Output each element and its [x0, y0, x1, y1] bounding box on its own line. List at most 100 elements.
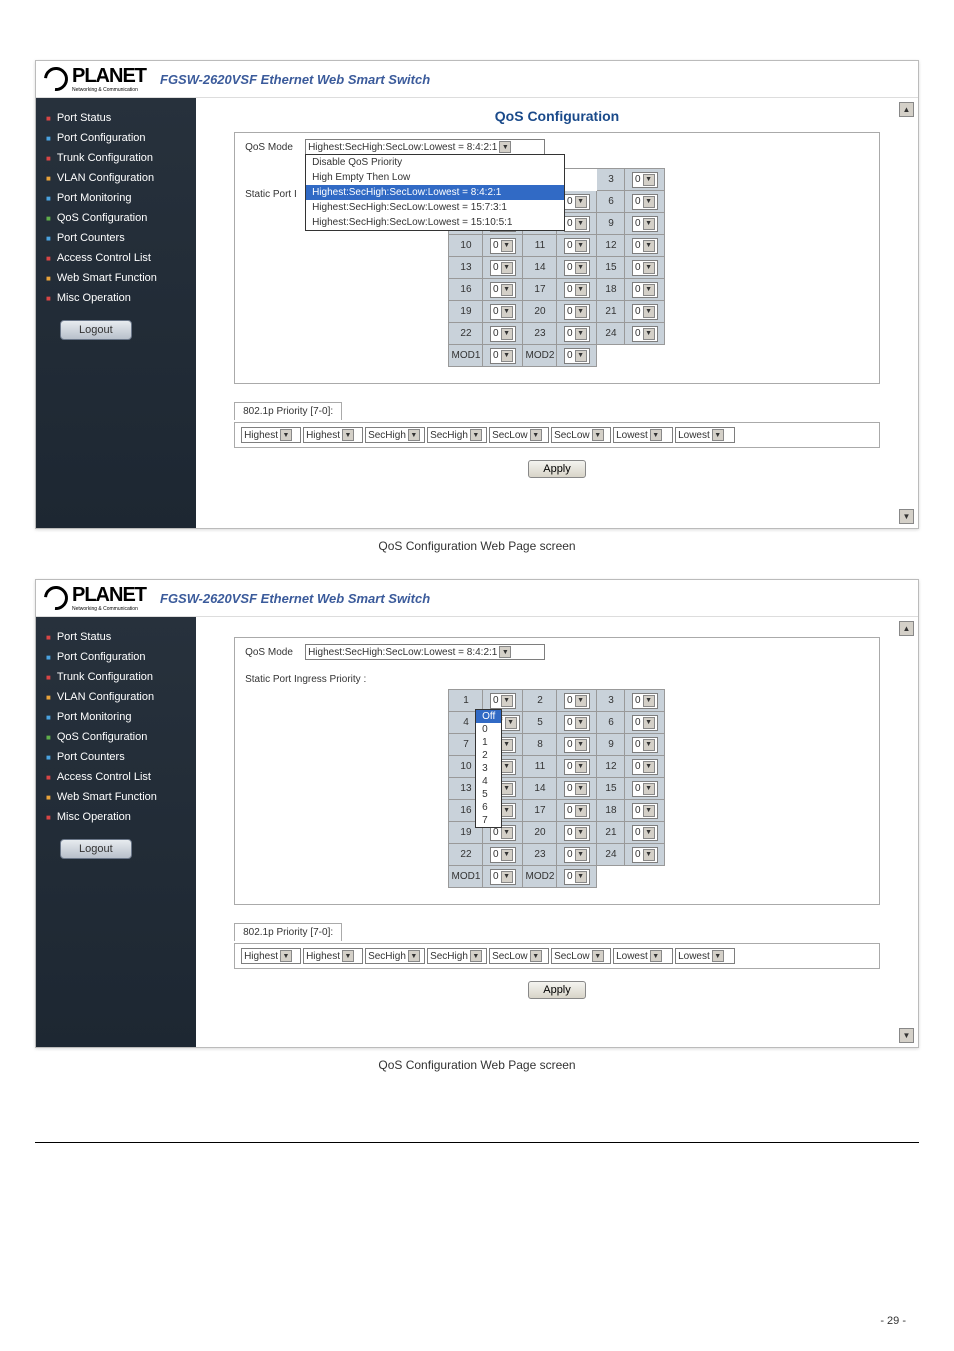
ingress-option[interactable]: 2 — [476, 749, 501, 762]
priority-select[interactable]: 0▼ — [490, 869, 516, 885]
priority-select[interactable]: 0▼ — [490, 238, 516, 254]
sidebar-item[interactable]: Port Status — [44, 108, 188, 128]
priority-select[interactable]: 0▼ — [632, 216, 658, 232]
value-cell[interactable]: 0▼ — [483, 323, 523, 345]
priority-select[interactable]: 0▼ — [632, 260, 658, 276]
apply-button[interactable]: Apply — [528, 981, 586, 999]
value-cell[interactable]: 0▼ — [625, 756, 665, 778]
priority-select[interactable]: SecLow▼ — [489, 427, 549, 443]
value-cell[interactable]: 0▼ — [625, 822, 665, 844]
priority-select[interactable]: 0▼ — [564, 715, 590, 731]
apply-button[interactable]: Apply — [528, 460, 586, 478]
value-cell[interactable]: 0▼ — [557, 778, 597, 800]
priority-select[interactable]: Lowest▼ — [613, 427, 673, 443]
priority-select[interactable]: Highest▼ — [241, 948, 301, 964]
scroll-up-icon[interactable]: ▲ — [899, 102, 914, 117]
sidebar-item[interactable]: Port Monitoring — [44, 707, 188, 727]
value-cell[interactable]: 0▼ — [557, 866, 597, 888]
ingress-option[interactable]: 7 — [476, 814, 501, 827]
priority-select[interactable]: 0▼ — [490, 326, 516, 342]
priority-select[interactable]: 0▼ — [564, 260, 590, 276]
value-cell[interactable]: 0▼ — [625, 800, 665, 822]
scroll-down-icon[interactable]: ▼ — [899, 1028, 914, 1043]
value-cell[interactable]: 0▼ — [483, 235, 523, 257]
priority-select[interactable]: 0▼ — [490, 693, 516, 709]
priority-select[interactable]: 0▼ — [632, 803, 658, 819]
priority-select[interactable]: 0▼ — [564, 759, 590, 775]
logout-button[interactable]: Logout — [60, 320, 132, 340]
priority-select[interactable]: 0▼ — [564, 282, 590, 298]
priority-select[interactable]: SecHigh▼ — [365, 948, 425, 964]
qos-mode-option[interactable]: Highest:SecHigh:SecLow:Lowest = 15:10:5:… — [306, 215, 564, 230]
logout-button[interactable]: Logout — [60, 839, 132, 859]
value-cell[interactable]: 0▼ — [625, 279, 665, 301]
scroll-up-icon[interactable]: ▲ — [899, 621, 914, 636]
qos-mode-option[interactable]: High Empty Then Low — [306, 170, 564, 185]
value-cell[interactable]: 0▼ — [557, 756, 597, 778]
priority-select[interactable]: 0▼ — [632, 759, 658, 775]
priority-select[interactable]: 0▼ — [490, 304, 516, 320]
priority-select[interactable]: Lowest▼ — [613, 948, 673, 964]
sidebar-item[interactable]: VLAN Configuration — [44, 168, 188, 188]
value-cell[interactable]: 0▼ — [625, 235, 665, 257]
priority-select[interactable]: SecLow▼ — [489, 948, 549, 964]
value-cell[interactable]: 0▼ — [557, 734, 597, 756]
ingress-option[interactable]: Off — [476, 710, 501, 723]
priority-select[interactable]: 0▼ — [564, 238, 590, 254]
value-cell[interactable]: 0▼ — [625, 844, 665, 866]
priority-select[interactable]: 0▼ — [490, 348, 516, 364]
scroll-down-icon[interactable]: ▼ — [899, 509, 914, 524]
sidebar-item[interactable]: Misc Operation — [44, 288, 188, 308]
priority-select[interactable]: 0▼ — [564, 781, 590, 797]
value-cell[interactable]: 0▼ — [557, 822, 597, 844]
priority-select[interactable]: 0▼ — [632, 825, 658, 841]
priority-select[interactable]: SecHigh▼ — [365, 427, 425, 443]
priority-select[interactable]: Highest▼ — [303, 948, 363, 964]
priority-select[interactable]: 0▼ — [632, 781, 658, 797]
value-cell[interactable]: 0▼ — [557, 690, 597, 712]
value-cell[interactable]: 0▼ — [483, 257, 523, 279]
priority-select[interactable]: 0▼ — [632, 737, 658, 753]
value-cell[interactable]: 0▼ — [557, 800, 597, 822]
priority-select[interactable]: 0▼ — [564, 825, 590, 841]
value-cell[interactable]: 0▼ — [483, 345, 523, 367]
priority-select[interactable]: SecHigh▼ — [427, 427, 487, 443]
priority-select[interactable]: 0▼ — [632, 238, 658, 254]
sidebar-item[interactable]: Port Counters — [44, 747, 188, 767]
sidebar-item[interactable]: Port Configuration — [44, 647, 188, 667]
sidebar-item[interactable]: Port Configuration — [44, 128, 188, 148]
value-cell[interactable]: 0▼ — [625, 169, 665, 191]
priority-select[interactable]: SecLow▼ — [551, 948, 611, 964]
ingress-option[interactable]: 1 — [476, 736, 501, 749]
value-cell[interactable]: 0▼ — [483, 866, 523, 888]
sidebar-item[interactable]: QoS Configuration — [44, 208, 188, 228]
value-cell[interactable]: 0▼ — [557, 323, 597, 345]
ingress-option[interactable]: 0 — [476, 723, 501, 736]
value-cell[interactable]: 0▼ — [557, 345, 597, 367]
qos-mode-option[interactable]: Highest:SecHigh:SecLow:Lowest = 15:7:3:1 — [306, 200, 564, 215]
priority-select[interactable]: Highest▼ — [303, 427, 363, 443]
sidebar-item[interactable]: Trunk Configuration — [44, 667, 188, 687]
qos-mode-option[interactable]: Disable QoS Priority — [306, 155, 564, 170]
ingress-option[interactable]: 4 — [476, 775, 501, 788]
priority-select[interactable]: 0▼ — [564, 737, 590, 753]
qos-mode-select[interactable]: Highest:SecHigh:SecLow:Lowest = 8:4:2:1▼… — [305, 139, 545, 155]
priority-select[interactable]: 0▼ — [632, 693, 658, 709]
priority-select[interactable]: 0▼ — [632, 847, 658, 863]
value-cell[interactable]: 0▼ — [625, 257, 665, 279]
value-cell[interactable]: 0▼ — [625, 712, 665, 734]
value-cell[interactable]: 0▼ — [625, 301, 665, 323]
priority-select[interactable]: 0▼ — [564, 216, 590, 232]
priority-select[interactable]: 0▼ — [490, 260, 516, 276]
priority-select[interactable]: Highest▼ — [241, 427, 301, 443]
value-cell[interactable]: 0▼ — [625, 213, 665, 235]
value-cell[interactable]: 0▼ — [625, 734, 665, 756]
priority-select[interactable]: 0▼ — [564, 869, 590, 885]
value-cell[interactable]: 0▼ — [625, 323, 665, 345]
priority-select[interactable]: 0▼ — [564, 326, 590, 342]
sidebar-item[interactable]: Port Monitoring — [44, 188, 188, 208]
value-cell[interactable]: 0▼ — [625, 690, 665, 712]
sidebar-item[interactable]: Access Control List — [44, 767, 188, 787]
sidebar-item[interactable]: Port Status — [44, 627, 188, 647]
priority-select[interactable]: SecLow▼ — [551, 427, 611, 443]
